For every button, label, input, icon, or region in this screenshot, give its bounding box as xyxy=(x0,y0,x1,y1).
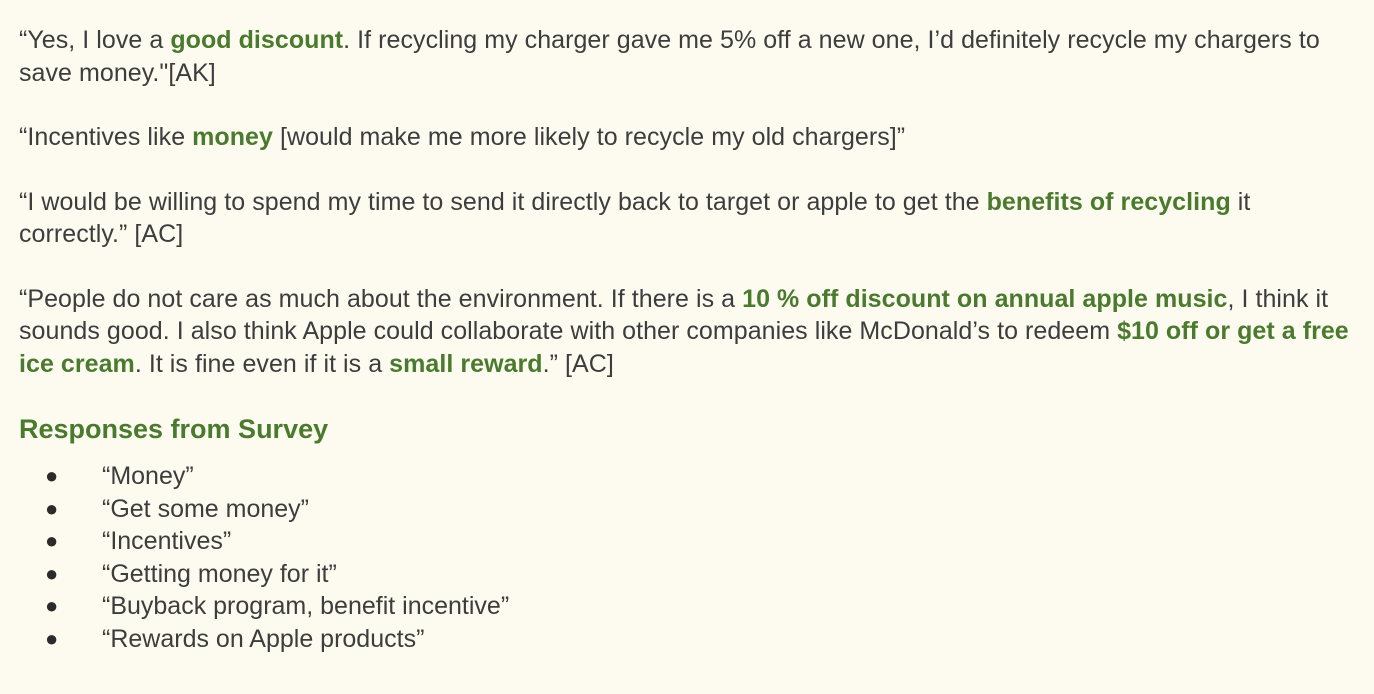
quote-benefits-of-recycling: “I would be willing to spend my time to … xyxy=(19,186,1356,251)
quote-highlight: 10 % off discount on annual apple music xyxy=(742,284,1228,313)
list-item-text: “Incentives” xyxy=(102,527,232,556)
quote-text: “People do not care as much about the en… xyxy=(19,284,743,313)
list-item-text: “Get some money” xyxy=(102,494,310,523)
list-item: ● “Buyback program, benefit incentive” xyxy=(19,590,1356,623)
survey-heading: Responses from Survey xyxy=(19,414,329,444)
list-item-text: “Buyback program, benefit incentive” xyxy=(102,592,510,621)
quote-good-discount: “Yes, I love a good discount. If recycli… xyxy=(19,24,1356,89)
quote-money: “Incentives like money [would make me mo… xyxy=(19,121,1356,154)
quote-highlight: good discount xyxy=(170,26,344,54)
bullet-icon: ● xyxy=(45,625,59,651)
bullet-icon: ● xyxy=(45,560,59,586)
quote-apple-music-discount: “People do not care as much about the en… xyxy=(19,283,1356,381)
quote-text: .” [AC] xyxy=(542,349,614,378)
list-item: ● “Rewards on Apple products” xyxy=(19,623,1356,656)
quote-highlight: small reward xyxy=(389,349,543,378)
quote-text: “Yes, I love a xyxy=(19,26,171,54)
list-item: ● “Incentives” xyxy=(19,525,1356,558)
quote-text: [would make me more likely to recycle my… xyxy=(272,123,906,151)
quote-highlight: money xyxy=(192,123,273,151)
bullet-icon: ● xyxy=(45,593,59,619)
bullet-icon: ● xyxy=(45,463,59,488)
list-item-text: “Getting money for it” xyxy=(102,559,337,588)
list-item-text: “Money” xyxy=(102,462,194,490)
quote-highlight: benefits of recycling xyxy=(986,187,1231,216)
list-item: ● “Money” xyxy=(19,460,1356,493)
list-item: ● “Getting money for it” xyxy=(19,558,1356,591)
quote-text: “I would be willing to spend my time to … xyxy=(19,187,987,216)
list-item-text: “Rewards on Apple products” xyxy=(102,624,425,653)
survey-response-list: ● “Money” ● “Get some money” ● “Incentives”… xyxy=(19,460,1356,656)
bullet-icon: ● xyxy=(45,528,59,554)
bullet-icon: ● xyxy=(45,495,59,521)
quote-text: “Incentives like xyxy=(19,123,193,151)
quote-text: . It is fine even if it is a xyxy=(134,349,390,378)
document-page: “Yes, I love a good discount. If recycli… xyxy=(0,0,1374,694)
list-item: ● “Get some money” xyxy=(19,493,1356,526)
